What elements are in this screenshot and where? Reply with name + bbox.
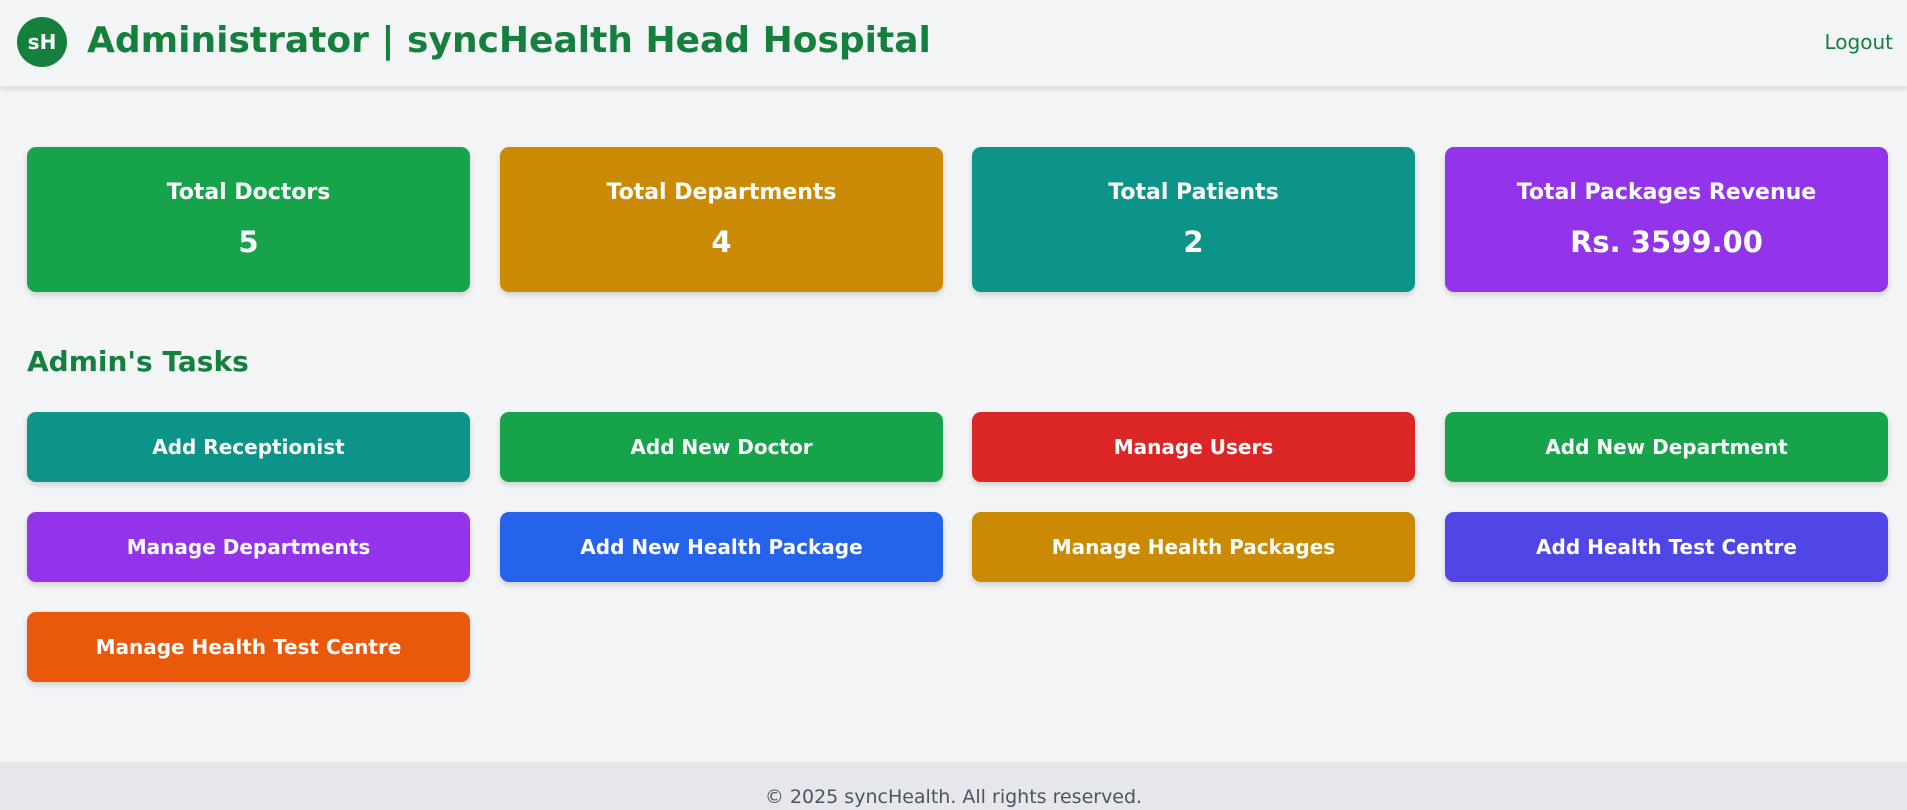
stat-card-total-patients: Total Patients 2	[972, 147, 1415, 292]
top-header: sH Administrator | syncHealth Head Hospi…	[0, 0, 1907, 87]
add-new-health-package-button[interactable]: Add New Health Package	[500, 512, 943, 582]
add-health-test-centre-button[interactable]: Add Health Test Centre	[1445, 512, 1888, 582]
logo-badge: sH	[17, 17, 67, 67]
stat-label: Total Packages Revenue	[1516, 180, 1817, 205]
stat-label: Total Patients	[1108, 180, 1279, 205]
stat-value: 4	[711, 225, 732, 259]
stat-value: 5	[238, 225, 259, 259]
stat-value: Rs. 3599.00	[1570, 225, 1763, 259]
add-receptionist-button[interactable]: Add Receptionist	[27, 412, 470, 482]
add-new-doctor-button[interactable]: Add New Doctor	[500, 412, 943, 482]
manage-health-packages-button[interactable]: Manage Health Packages	[972, 512, 1415, 582]
manage-health-test-centre-button[interactable]: Manage Health Test Centre	[27, 612, 470, 682]
add-new-department-button[interactable]: Add New Department	[1445, 412, 1888, 482]
page-title: Administrator | syncHealth Head Hospital	[87, 20, 931, 61]
manage-users-button[interactable]: Manage Users	[972, 412, 1415, 482]
stat-card-total-packages-revenue: Total Packages Revenue Rs. 3599.00	[1445, 147, 1888, 292]
stat-card-total-departments: Total Departments 4	[500, 147, 943, 292]
manage-departments-button[interactable]: Manage Departments	[27, 512, 470, 582]
stat-label: Total Doctors	[166, 180, 331, 205]
footer: © 2025 syncHealth. All rights reserved.	[0, 762, 1907, 810]
section-title-admin-tasks: Admin's Tasks	[27, 345, 249, 378]
stat-card-total-doctors: Total Doctors 5	[27, 147, 470, 292]
stat-value: 2	[1183, 225, 1204, 259]
footer-copyright: © 2025 syncHealth. All rights reserved.	[764, 786, 1143, 808]
stat-label: Total Departments	[606, 180, 837, 205]
logout-link[interactable]: Logout	[1825, 30, 1893, 54]
